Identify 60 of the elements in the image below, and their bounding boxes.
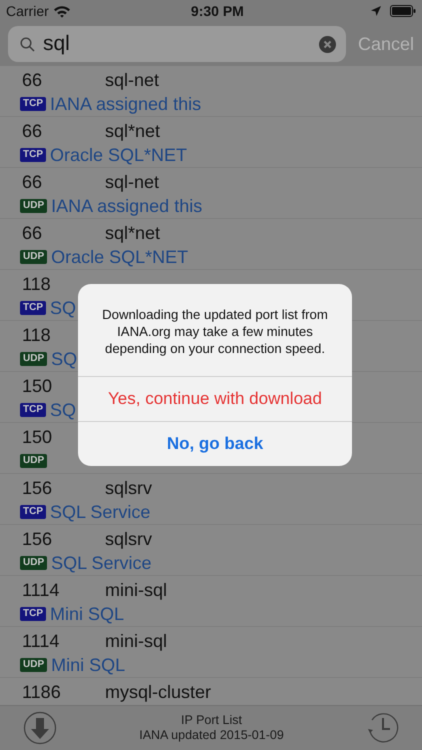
service-name: sql-net — [105, 69, 160, 92]
service-name: mysql-cluster — [105, 681, 212, 704]
port-number: 1186 — [21, 681, 62, 704]
protocol-badge: TCP — [20, 97, 46, 111]
location-arrow-icon — [370, 5, 382, 17]
protocol-badge: TCP — [20, 301, 46, 315]
service-name: mini-sql — [105, 579, 168, 602]
service-description[interactable]: SQL Service — [50, 501, 150, 523]
history-clock-icon[interactable] — [366, 711, 400, 745]
toolbar-title: IP Port List — [181, 713, 242, 728]
service-description[interactable]: Mini SQL — [51, 654, 126, 676]
service-description[interactable]: Mini SQL — [50, 603, 124, 625]
toolbar-subtitle: IANA updated 2015-01-09 — [139, 728, 284, 743]
service-name: sqlsrv — [105, 477, 152, 500]
service-description[interactable]: SQ — [50, 297, 76, 319]
download-icon[interactable] — [23, 711, 57, 745]
protocol-badge: TCP — [20, 148, 46, 162]
service-description[interactable]: SQ — [51, 348, 78, 370]
port-number: 66 — [21, 171, 44, 194]
service-description[interactable]: IANA assigned this — [50, 93, 202, 115]
service-name: sql*net — [105, 120, 160, 143]
service-description[interactable]: SQ — [50, 399, 76, 421]
port-number: 150 — [21, 375, 54, 398]
battery-icon — [390, 5, 416, 17]
service-description[interactable]: Oracle SQL*NET — [50, 144, 188, 166]
back-button[interactable]: No, go back — [78, 421, 352, 466]
carrier-label: Carrier — [6, 3, 49, 19]
protocol-badge: UDP — [20, 250, 48, 264]
search-field[interactable]: sql — [8, 26, 346, 62]
service-description[interactable]: IANA assigned this — [51, 195, 202, 217]
protocol-badge: UDP — [20, 556, 48, 570]
port-number: 118 — [21, 324, 52, 347]
confirm-button[interactable]: Yes, continue with download — [78, 376, 352, 421]
clock-time: 9:30 PM — [190, 3, 245, 19]
service-description[interactable]: Oracle SQL*NET — [51, 246, 188, 268]
protocol-badge: TCP — [20, 607, 46, 621]
protocol-badge: UDP — [20, 454, 48, 468]
port-number: 156 — [21, 477, 54, 500]
protocol-badge: TCP — [20, 403, 46, 417]
port-number: 1114 — [21, 579, 60, 602]
service-name: sqlsrv — [105, 528, 152, 551]
service-name: mini-sql — [105, 630, 168, 653]
protocol-badge: UDP — [20, 199, 48, 213]
port-number: 66 — [21, 69, 44, 92]
port-number: 66 — [21, 222, 44, 245]
search-icon — [20, 36, 35, 52]
clear-icon[interactable] — [318, 36, 336, 52]
port-number: 156 — [21, 528, 54, 551]
alert-message: Downloading the updated port list from IANA.org may take a few minutes depending on your connection speed. — [101, 306, 329, 358]
service-description[interactable]: SQL Service — [51, 552, 152, 574]
port-number: 118 — [21, 273, 52, 296]
port-number: 1114 — [21, 630, 60, 653]
port-number: 66 — [21, 120, 44, 143]
protocol-badge: UDP — [20, 352, 48, 366]
wifi-icon — [52, 4, 71, 18]
port-number: 150 — [21, 426, 54, 449]
service-name: sql*net — [105, 222, 160, 245]
protocol-badge: TCP — [20, 505, 46, 519]
protocol-badge: UDP — [20, 658, 48, 672]
service-name: sql-net — [105, 171, 160, 194]
